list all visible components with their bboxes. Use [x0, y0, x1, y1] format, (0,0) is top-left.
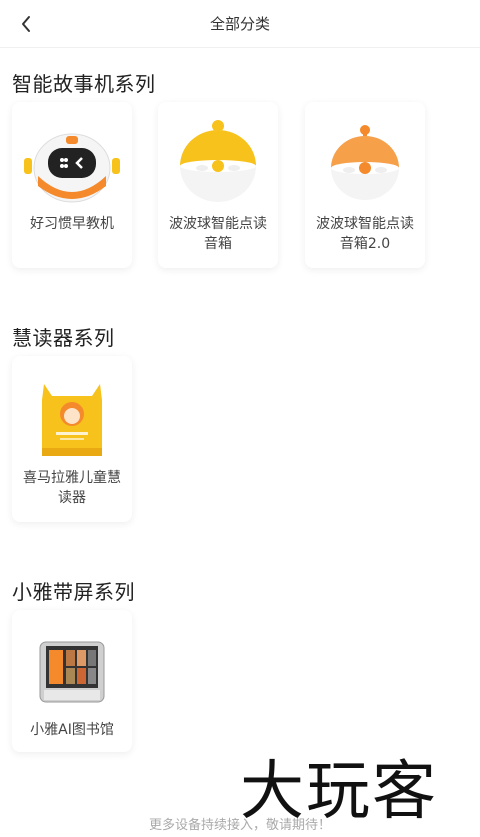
robot-device-image — [22, 116, 122, 208]
device-card-bobo-ball-2[interactable]: 波波球智能点读音箱2.0 — [305, 102, 425, 268]
device-card-bobo-ball[interactable]: 波波球智能点读音箱 — [158, 102, 278, 268]
device-label: 好习惯早教机 — [30, 216, 114, 232]
top-bar: 全部分类 — [0, 0, 480, 48]
device-card-good-habit[interactable]: 好习惯早教机 — [12, 102, 132, 268]
device-label: 喜马拉雅儿童慧读器 — [23, 470, 121, 506]
device-card-ai-library[interactable]: 小雅AI图书馆 — [12, 610, 132, 752]
page-title: 全部分类 — [209, 15, 270, 33]
device-card-smart-reader[interactable]: 喜马拉雅儿童慧读器 — [12, 356, 132, 522]
footer-note: 更多设备持续接入，敬请期待！ — [148, 818, 331, 833]
section-title-screen: 小雅带屏系列 — [12, 580, 135, 604]
device-label: 波波球智能点读音箱 — [169, 216, 267, 252]
yellow-cat-reader-image — [22, 370, 122, 462]
device-label: 波波球智能点读音箱2.0 — [316, 216, 414, 252]
device-label: 小雅AI图书馆 — [30, 722, 114, 738]
section-title-story-machine: 智能故事机系列 — [12, 72, 156, 96]
section-title-reader: 慧读器系列 — [12, 326, 115, 350]
yellow-ball-speaker-image — [168, 116, 268, 208]
screen-device-image — [22, 624, 122, 716]
orange-ball-speaker-image — [315, 116, 415, 208]
